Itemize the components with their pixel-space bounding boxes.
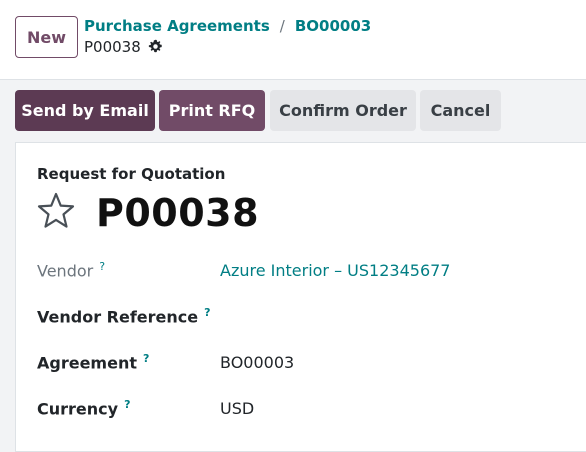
vendor-reference-label-text: Vendor Reference xyxy=(37,307,199,327)
vendor-help-icon[interactable]: ? xyxy=(99,260,105,273)
page-title: P00038 xyxy=(96,191,260,235)
record-name: P00038 xyxy=(84,37,164,57)
breadcrumb-item-agreement[interactable]: BO00003 xyxy=(295,17,371,35)
currency-help-icon[interactable]: ? xyxy=(124,398,130,411)
vendor-reference-field[interactable] xyxy=(220,307,520,327)
star-icon[interactable] xyxy=(36,191,76,231)
breadcrumb-separator: / xyxy=(279,17,285,35)
vendor-label-text: Vendor xyxy=(37,261,94,281)
breadcrumb-item-purchase-agreements[interactable]: Purchase Agreements xyxy=(84,17,270,35)
vendor-reference-help-icon[interactable]: ? xyxy=(204,306,210,319)
cancel-button[interactable]: Cancel xyxy=(420,90,501,131)
send-by-email-button[interactable]: Send by Email xyxy=(15,90,155,131)
agreement-label: Agreement? xyxy=(37,352,149,372)
vendor-field[interactable]: Azure Interior – US12345677 xyxy=(220,261,450,280)
document-type-label: Request for Quotation xyxy=(37,165,226,183)
currency-label: Currency? xyxy=(37,398,130,418)
breadcrumb: Purchase Agreements / BO00003 xyxy=(84,16,371,36)
control-panel: New Purchase Agreements / BO00003 P00038 xyxy=(0,0,586,80)
vendor-reference-label: Vendor Reference? xyxy=(37,306,211,326)
currency-field[interactable]: USD xyxy=(220,399,254,418)
currency-label-text: Currency xyxy=(37,399,119,419)
agreement-help-icon[interactable]: ? xyxy=(143,352,149,365)
status-bar: Send by Email Print RFQ Confirm Order Ca… xyxy=(0,80,586,142)
vendor-label: Vendor? xyxy=(37,260,105,280)
confirm-order-button[interactable]: Confirm Order xyxy=(270,90,416,131)
new-button[interactable]: New xyxy=(15,16,78,58)
agreement-field[interactable]: BO00003 xyxy=(220,353,294,372)
record-name-label: P00038 xyxy=(84,38,141,56)
form-sheet: Request for Quotation P00038 Vendor? Azu… xyxy=(15,142,586,452)
agreement-label-text: Agreement xyxy=(37,353,137,373)
print-rfq-button[interactable]: Print RFQ xyxy=(159,90,265,131)
gear-icon[interactable] xyxy=(148,39,164,55)
